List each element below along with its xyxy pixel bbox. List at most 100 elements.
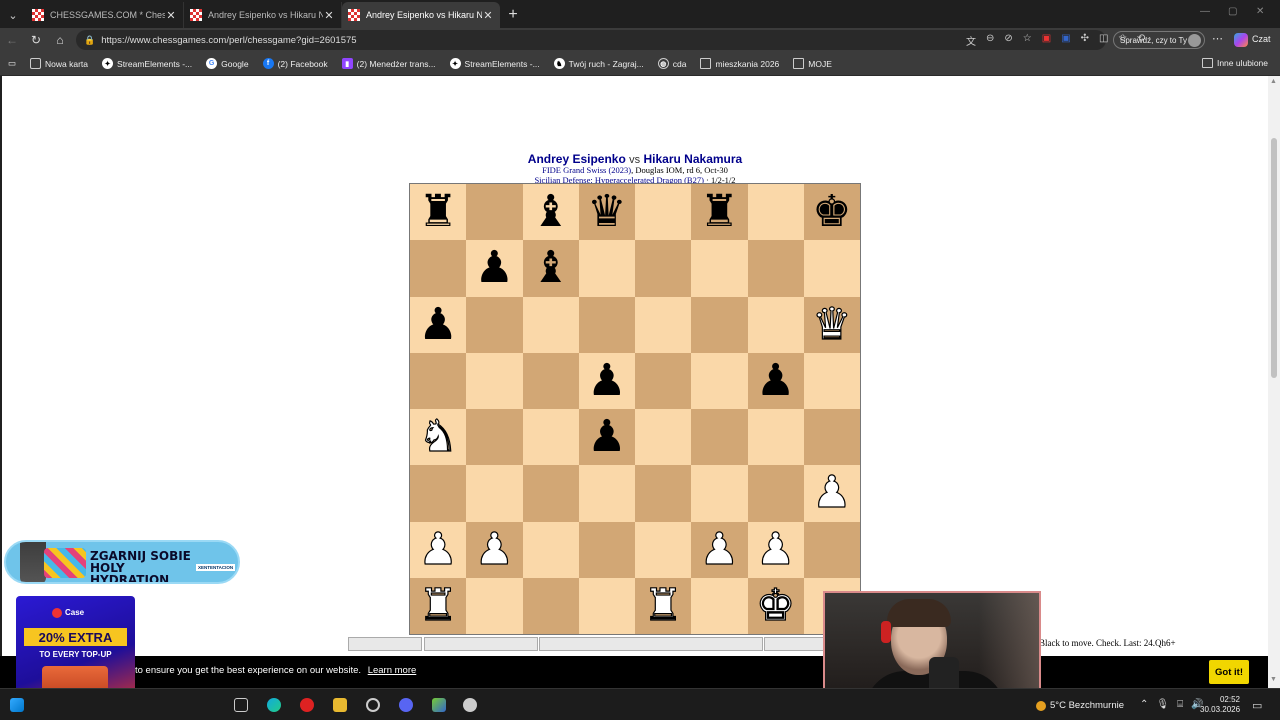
extension-blue-icon[interactable]: ▣ [1061,33,1070,48]
square-e4[interactable] [635,409,692,466]
clock[interactable]: 02:52 30.03.2026 [1200,695,1240,715]
square-c4[interactable] [522,409,579,466]
square-e2[interactable] [635,521,692,578]
square-f6[interactable] [691,296,748,353]
square-g5[interactable]: ♟ [747,352,804,409]
copilot-label[interactable]: Czat [1252,34,1271,44]
favorite-star-icon[interactable]: ☆ [1023,33,1032,48]
square-e7[interactable] [635,240,692,297]
square-f8[interactable]: ♜ [691,184,748,241]
square-a5[interactable] [410,352,467,409]
home-icon[interactable]: ⌂ [48,28,72,52]
square-b8[interactable] [466,184,523,241]
square-e1[interactable]: ♜ [635,577,692,634]
bookmark-item[interactable]: ♞ Twój ruch - Zagraj... [553,58,644,69]
square-g3[interactable] [747,465,804,522]
scroll-up-arrow-icon[interactable]: ▲ [1270,78,1277,85]
sidebar-toggle-icon[interactable]: ▭ [8,58,16,69]
close-icon[interactable]: ✕ [482,9,494,22]
board-nav-button[interactable] [539,637,763,651]
white-pawn-icon[interactable]: ♟ [474,527,515,572]
file-explorer-icon[interactable] [333,698,347,712]
page-scrollbar[interactable]: ▲ ▼ [1268,76,1280,688]
minimize-icon[interactable]: — [1200,6,1210,17]
chess-board[interactable]: ♜ ♝ ♛ ♜ ♚ ♟ ♝ ♟ ♛ ♟ ♟ ♞ ♟ ♟ ♟ ♟ ♟ ♟ ♜ ♜ ♚ [409,183,861,635]
event-link[interactable]: FIDE Grand Swiss (2023) [542,165,631,175]
square-h5[interactable] [803,352,860,409]
white-pawn-icon[interactable]: ♟ [418,527,459,572]
white-pawn-icon[interactable]: ♟ [812,470,853,515]
black-pawn-icon[interactable]: ♟ [475,246,514,290]
square-f3[interactable] [691,465,748,522]
black-player-link[interactable]: Hikaru Nakamura [644,152,743,166]
tab-game-1[interactable]: Andrey Esipenko vs Hikaru Nakam ✕ [184,2,342,28]
square-e8[interactable] [635,184,692,241]
reload-icon[interactable]: ↻ [24,28,48,52]
board-nav-button[interactable] [348,637,422,651]
notifications-icon[interactable]: ▭ [1252,699,1262,712]
new-tab-button[interactable]: + [500,2,526,28]
square-a7[interactable] [410,240,467,297]
other-favorites-folder[interactable]: Inne ulubione [1201,58,1268,68]
scrollbar-thumb[interactable] [1271,138,1277,378]
square-g7[interactable] [747,240,804,297]
square-a1[interactable]: ♜ [410,577,467,634]
square-h4[interactable] [803,409,860,466]
close-icon[interactable]: ✕ [323,9,335,22]
bookmark-item[interactable]: ◍ cda [657,58,686,69]
white-queen-icon[interactable]: ♛ [812,302,853,347]
bookmark-folder[interactable]: MOJE [793,58,832,69]
task-view-icon[interactable] [234,698,248,712]
square-g4[interactable] [747,409,804,466]
black-rook-icon[interactable]: ♜ [700,190,739,234]
extensions-puzzle-icon[interactable]: ✣ [1081,33,1089,48]
black-pawn-icon[interactable]: ♟ [587,415,626,459]
white-player-link[interactable]: Andrey Esipenko [528,152,626,166]
weather-widget[interactable]: 5°C Bezchmurnie [1036,700,1124,711]
square-c1[interactable] [522,577,579,634]
white-pawn-icon[interactable]: ♟ [699,527,740,572]
learn-more-link[interactable]: Learn more [368,665,417,676]
start-windows-icon[interactable] [10,698,24,712]
square-f7[interactable] [691,240,748,297]
tab-chessgames[interactable]: CHESSGAMES.COM * Chess game ✕ [26,2,184,28]
bookmark-item[interactable]: Nowa karta [30,58,88,69]
square-g2[interactable]: ♟ [747,521,804,578]
square-d5[interactable]: ♟ [578,352,635,409]
square-h6[interactable]: ♛ [803,296,860,353]
square-c3[interactable] [522,465,579,522]
extension-red-icon[interactable]: ▣ [1042,33,1051,48]
microphone-icon[interactable]: 🎙 [1156,699,1169,710]
black-pawn-icon[interactable]: ♟ [418,302,457,347]
bookmark-item[interactable]: f (2) Facebook [262,58,328,69]
white-rook-icon[interactable]: ♜ [418,583,459,628]
zoom-icon[interactable]: ⊖ [986,33,994,48]
square-f5[interactable] [691,352,748,409]
black-pawn-icon[interactable]: ♟ [587,358,626,403]
maximize-icon[interactable]: ▢ [1228,6,1237,17]
square-h8[interactable]: ♚ [803,184,860,241]
close-icon[interactable]: ✕ [165,9,177,22]
bookmark-folder[interactable]: mieszkania 2026 [700,58,779,69]
app-icon[interactable] [432,698,446,712]
bookmark-item[interactable]: ✦ StreamElements -... [102,58,192,69]
square-b4[interactable] [466,409,523,466]
split-screen-icon[interactable]: ◫ [1099,33,1108,48]
square-b3[interactable] [466,465,523,522]
board-nav-button[interactable] [764,637,824,651]
translate-icon[interactable]: 文 [966,33,976,48]
white-pawn-icon[interactable]: ♟ [755,527,796,572]
square-c6[interactable] [522,296,579,353]
square-f2[interactable]: ♟ [691,521,748,578]
discord-icon[interactable] [399,698,413,712]
square-a8[interactable]: ♜ [410,184,467,241]
copilot-icon[interactable] [1234,33,1248,47]
square-e5[interactable] [635,352,692,409]
square-h7[interactable] [803,240,860,297]
profile-check-button[interactable]: Sprawdź, czy to Ty [1113,31,1205,49]
square-a3[interactable] [410,465,467,522]
square-c7[interactable]: ♝ [522,240,579,297]
settings-app-icon[interactable] [463,698,477,712]
edge-browser-icon[interactable] [267,698,281,712]
white-rook-icon[interactable]: ♜ [643,583,684,628]
